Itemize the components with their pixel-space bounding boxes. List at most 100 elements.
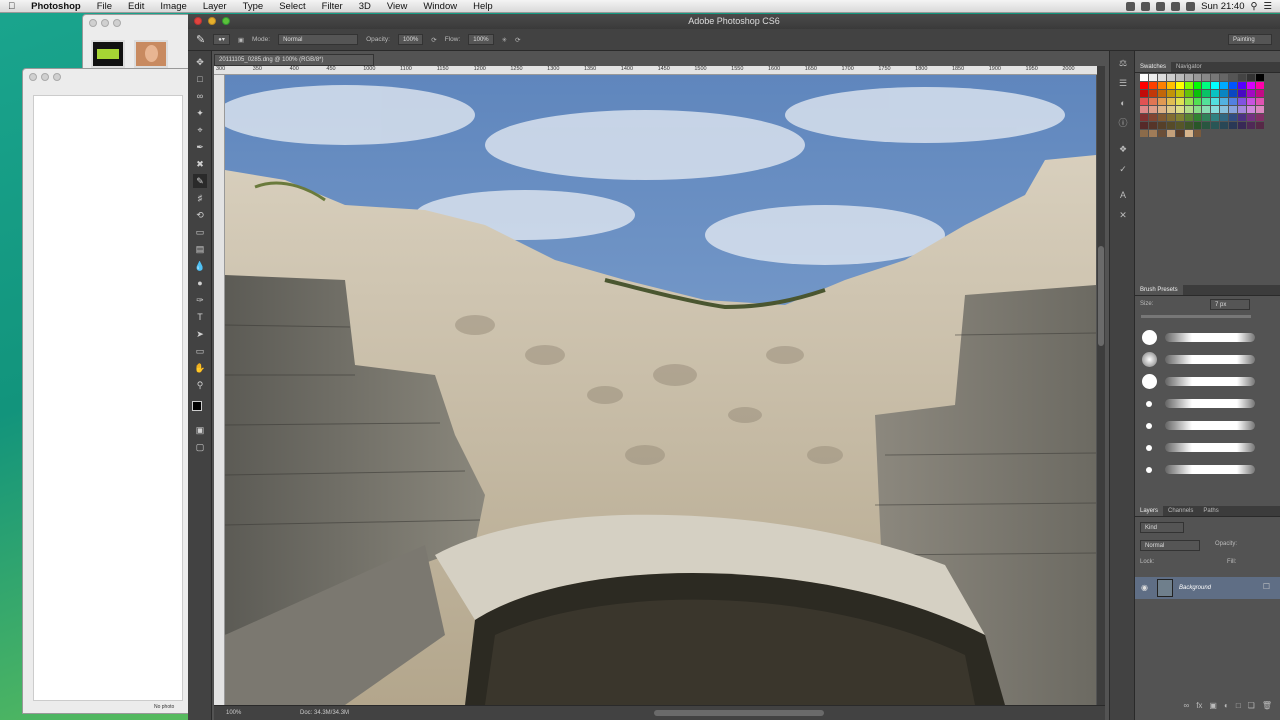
brush-panel-icon[interactable]: ❖ [1117, 143, 1129, 155]
healing-tool-icon[interactable]: ✖ [193, 157, 207, 171]
notification-center-icon[interactable]: ☰ [1263, 1, 1272, 12]
swatch[interactable] [1193, 130, 1202, 137]
eyedropper-tool-icon[interactable]: ✒ [193, 140, 207, 154]
zoom-tool-icon[interactable]: ⚲ [193, 378, 207, 392]
swatch[interactable] [1229, 74, 1238, 81]
adjustments-panel-icon[interactable]: ◐ [1117, 97, 1129, 109]
clone-source-panel-icon[interactable]: ✓ [1117, 163, 1129, 175]
swatch[interactable] [1238, 114, 1247, 121]
swatch[interactable] [1202, 114, 1211, 121]
swatch[interactable] [1211, 74, 1220, 81]
swatch[interactable] [1148, 82, 1157, 89]
scroll-thumb[interactable] [1098, 246, 1104, 346]
brush-preset-item[interactable] [1135, 459, 1275, 480]
document-canvas[interactable] [225, 75, 1096, 705]
tab-navigator[interactable]: Navigator [1171, 62, 1207, 72]
swatch[interactable] [1247, 82, 1256, 89]
swatch[interactable] [1238, 106, 1247, 113]
swatch[interactable] [1193, 74, 1202, 81]
thumbnail-logo[interactable] [91, 40, 125, 68]
swatch[interactable] [1202, 122, 1211, 129]
swatch[interactable] [1229, 98, 1238, 105]
swatch[interactable] [1220, 122, 1229, 129]
swatch[interactable] [1184, 90, 1193, 97]
swatch[interactable] [1184, 74, 1193, 81]
shape-tool-icon[interactable]: ▭ [193, 344, 207, 358]
swatch[interactable] [1148, 114, 1157, 121]
layer-name[interactable]: Background [1179, 577, 1211, 599]
tab-brush-presets[interactable]: Brush Presets [1135, 285, 1183, 295]
minimize-button[interactable] [208, 17, 216, 25]
swatch[interactable] [1175, 90, 1184, 97]
swatch[interactable] [1256, 90, 1264, 97]
swatches-grid[interactable] [1140, 74, 1264, 147]
swatch[interactable] [1140, 106, 1148, 113]
swatch[interactable] [1193, 114, 1202, 121]
tab-channels[interactable]: Channels [1163, 506, 1198, 516]
swatch[interactable] [1175, 98, 1184, 105]
type-tool-icon[interactable]: T [193, 310, 207, 324]
zoom-button[interactable] [113, 19, 121, 27]
swatch[interactable] [1184, 82, 1193, 89]
swatch[interactable] [1140, 130, 1148, 137]
swatch[interactable] [1184, 122, 1193, 129]
swatch[interactable] [1193, 106, 1202, 113]
swatch[interactable] [1148, 74, 1157, 81]
swatch[interactable] [1184, 130, 1193, 137]
minimize-button[interactable] [41, 73, 49, 81]
add-mask-icon[interactable]: ▣ [1209, 701, 1217, 715]
screen-mode-icon[interactable]: ▢ [193, 440, 207, 454]
properties-panel-icon[interactable]: ☰ [1117, 77, 1129, 89]
marquee-tool-icon[interactable]: □ [193, 72, 207, 86]
brush-preset-item[interactable] [1135, 371, 1275, 392]
swatch[interactable] [1202, 106, 1211, 113]
brush-preset-item[interactable] [1135, 415, 1275, 436]
swatch[interactable] [1202, 82, 1211, 89]
menu-filter[interactable]: Filter [314, 1, 351, 12]
layer-row-background[interactable]: ◉ Background ☐ [1135, 577, 1280, 599]
swatch[interactable] [1202, 98, 1211, 105]
swatch[interactable] [1211, 90, 1220, 97]
swatch[interactable] [1140, 82, 1148, 89]
eye-icon[interactable]: ◉ [1141, 583, 1148, 592]
brush-size-input[interactable]: 7 px [1210, 299, 1250, 310]
menubar-clock[interactable]: Sun 21:40 [1201, 1, 1244, 12]
swatch[interactable] [1247, 98, 1256, 105]
swatch[interactable] [1157, 122, 1166, 129]
swatch[interactable] [1211, 122, 1220, 129]
swatch[interactable] [1238, 90, 1247, 97]
swatch[interactable] [1256, 130, 1264, 137]
menu-help[interactable]: Help [465, 1, 501, 12]
hand-tool-icon[interactable]: ✋ [193, 361, 207, 375]
swatch[interactable] [1220, 90, 1229, 97]
adjustment-layer-icon[interactable]: ◐ [1224, 701, 1229, 715]
close-button[interactable] [29, 73, 37, 81]
brush-preset-picker[interactable]: ●▾ [213, 34, 230, 45]
swatch[interactable] [1166, 130, 1175, 137]
opacity-input[interactable]: 100% [397, 34, 424, 45]
swatch[interactable] [1157, 98, 1166, 105]
swatch[interactable] [1238, 98, 1247, 105]
character-panel-icon[interactable]: A [1117, 189, 1129, 201]
brush-panel-toggle-icon[interactable]: ▣ [238, 36, 244, 44]
brush-preset-item[interactable] [1135, 393, 1275, 414]
size-pressure-icon[interactable]: ⟳ [515, 36, 520, 44]
menu-app-name[interactable]: Photoshop [23, 1, 89, 12]
volume-icon[interactable] [1171, 1, 1181, 11]
swatch[interactable] [1166, 82, 1175, 89]
swatch[interactable] [1184, 98, 1193, 105]
swatch[interactable] [1157, 114, 1166, 121]
swatch[interactable] [1175, 122, 1184, 129]
swatch[interactable] [1166, 98, 1175, 105]
swatch[interactable] [1202, 74, 1211, 81]
menu-view[interactable]: View [379, 1, 415, 12]
document-tab[interactable]: 20111105_0285.dng @ 100% (RGB/8*) [214, 54, 374, 66]
battery-icon[interactable] [1186, 1, 1196, 11]
menu-type[interactable]: Type [235, 1, 272, 12]
swatch[interactable] [1211, 114, 1220, 121]
swatch[interactable] [1175, 106, 1184, 113]
swatch[interactable] [1220, 98, 1229, 105]
swatch[interactable] [1256, 98, 1264, 105]
swatch[interactable] [1211, 82, 1220, 89]
swatch[interactable] [1175, 130, 1184, 137]
